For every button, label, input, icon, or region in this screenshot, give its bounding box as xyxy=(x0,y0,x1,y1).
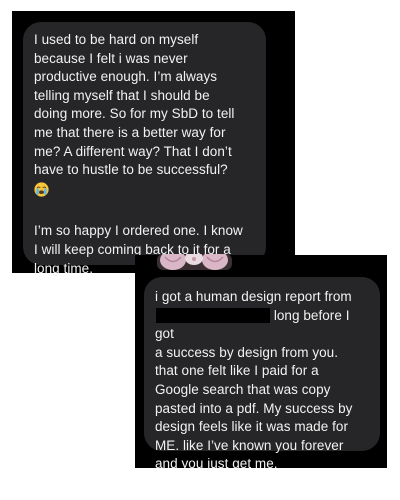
message-line: I used to be hard on myself xyxy=(34,32,199,47)
message-line: telling myself that I should be xyxy=(34,87,210,103)
message-line: I’m so happy I ordered one. I know xyxy=(34,223,243,239)
message-line: design feels like it was made for xyxy=(155,419,348,435)
message-line: me? A different way? That I don’t xyxy=(34,143,232,159)
message-line: a success by design from you. xyxy=(155,344,339,360)
message-line: i got a human design report from xyxy=(155,289,352,304)
message-line: have to hustle to be successful? xyxy=(34,162,228,178)
message-line: me that there is a better way for xyxy=(34,124,226,140)
message-line: Google search that was copy xyxy=(155,381,331,397)
message-line: productive enough. I’m always xyxy=(34,69,218,85)
crying-face-emoji-icon xyxy=(34,182,49,197)
message-line: pasted into a pdf. My success by xyxy=(155,400,353,416)
message-screenshot-1: I used to be hard on myself because I fe… xyxy=(12,11,295,276)
emoji-line xyxy=(34,180,258,201)
message-line: that one felt like I paid for a xyxy=(155,363,319,379)
sticker-image-icon xyxy=(157,254,232,270)
redaction-bar xyxy=(156,307,270,323)
message-bubble-1: I used to be hard on myself because I fe… xyxy=(23,22,266,276)
message-screenshot-2: i got a human design report from long be… xyxy=(135,254,387,471)
message-line: because I felt i was never xyxy=(34,50,188,66)
message-bubble-2: i got a human design report from long be… xyxy=(144,277,380,471)
message-line: ME. like I’ve known you forever xyxy=(155,437,344,453)
message-line: doing more. So for my SbD to tell xyxy=(34,106,235,122)
message-line-with-redaction: long before I got xyxy=(155,307,372,344)
message-line: and you just get me. xyxy=(155,456,278,472)
